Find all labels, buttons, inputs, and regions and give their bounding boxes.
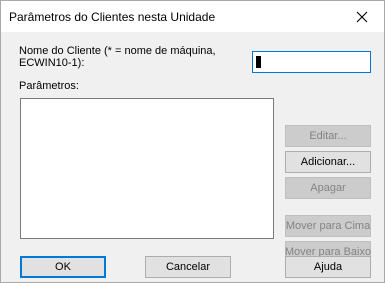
delete-button-label: Apagar bbox=[310, 182, 346, 194]
cancel-button-label: Cancelar bbox=[165, 261, 211, 273]
ok-button-label: OK bbox=[55, 261, 71, 273]
window-title: Parâmetros do Clientes nesta Unidade bbox=[9, 10, 216, 24]
help-button-label: Ajuda bbox=[313, 261, 343, 273]
client-name-label-line1: Nome do Cliente (* = nome de máquina, bbox=[19, 45, 216, 57]
add-button-label: Adicionar... bbox=[300, 156, 356, 168]
text-cursor bbox=[256, 56, 261, 68]
move-up-button-label: Mover para Cima bbox=[285, 220, 371, 232]
close-icon bbox=[356, 11, 368, 22]
client-name-input[interactable] bbox=[252, 51, 371, 73]
parameters-list[interactable] bbox=[20, 98, 274, 239]
cancel-button[interactable]: Cancelar bbox=[145, 256, 231, 278]
dialog-window: Parâmetros do Clientes nesta Unidade Nom… bbox=[0, 0, 385, 283]
delete-button[interactable]: Apagar bbox=[285, 177, 371, 199]
ok-button[interactable]: OK bbox=[20, 256, 106, 278]
help-button[interactable]: Ajuda bbox=[285, 256, 371, 278]
close-button[interactable] bbox=[340, 1, 384, 32]
client-name-label-line2: ECWIN10-1): bbox=[19, 57, 85, 69]
title-bar[interactable]: Parâmetros do Clientes nesta Unidade bbox=[1, 1, 384, 32]
move-up-button[interactable]: Mover para Cima bbox=[285, 215, 371, 237]
edit-button[interactable]: Editar... bbox=[285, 125, 371, 147]
edit-button-label: Editar... bbox=[309, 130, 347, 142]
add-button[interactable]: Adicionar... bbox=[285, 151, 371, 173]
parameters-label: Parâmetros: bbox=[19, 80, 79, 92]
